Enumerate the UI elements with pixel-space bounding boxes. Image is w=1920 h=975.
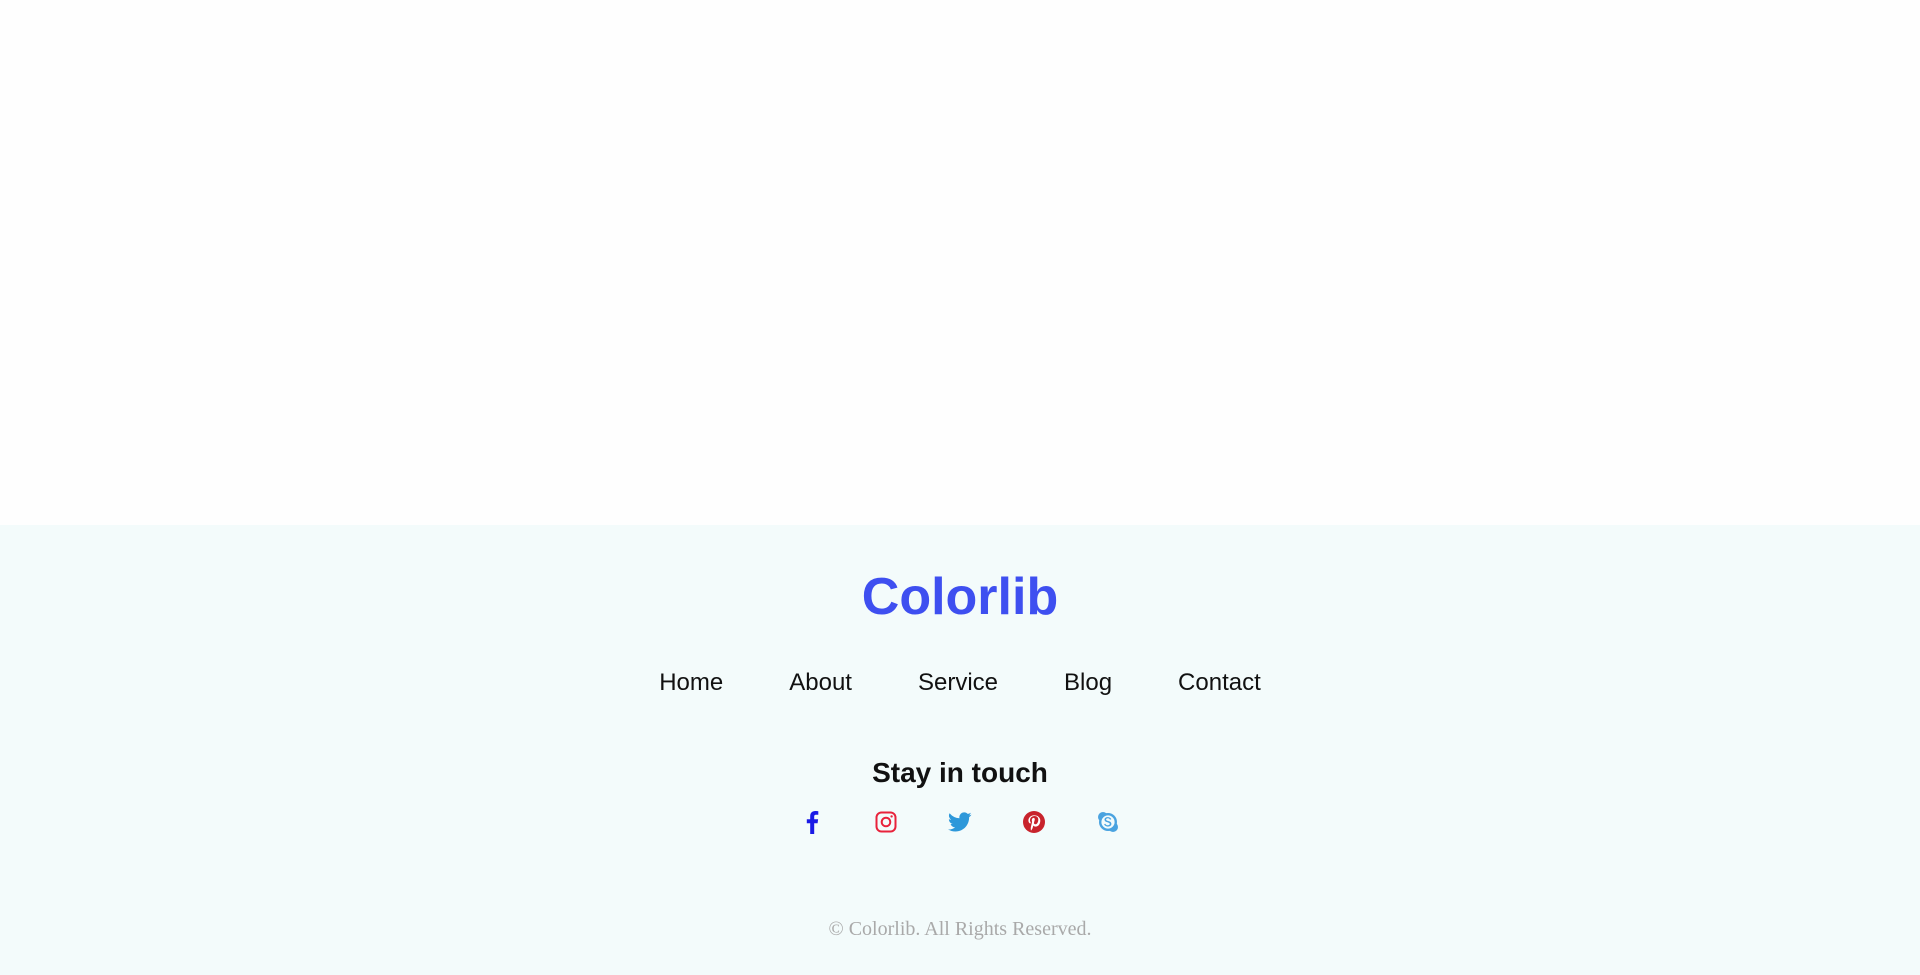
instagram-link[interactable] — [874, 810, 898, 834]
facebook-icon — [806, 811, 819, 834]
footer-nav: Home About Service Blog Contact — [0, 668, 1920, 698]
stay-in-touch-heading: Stay in touch — [872, 757, 1048, 788]
facebook-link[interactable] — [800, 810, 824, 834]
footer-logo[interactable]: Colorlib — [0, 563, 1920, 631]
footer-nav-item-about: About — [789, 668, 852, 698]
social-links — [0, 810, 1920, 834]
nav-link-contact[interactable]: Contact — [1178, 669, 1261, 696]
skype-icon — [1098, 812, 1118, 832]
copyright-text: © Colorlib. All Rights Reserved. — [828, 918, 1092, 940]
blank-content-area — [0, 0, 1920, 525]
instagram-icon — [875, 811, 897, 833]
pinterest-link[interactable] — [1022, 810, 1046, 834]
twitter-link[interactable] — [948, 810, 972, 834]
pinterest-icon — [1023, 811, 1045, 833]
footer-nav-item-service: Service — [918, 668, 998, 698]
nav-link-about[interactable]: About — [789, 669, 852, 696]
twitter-icon — [948, 812, 972, 832]
footer-nav-item-contact: Contact — [1178, 668, 1261, 698]
footer-nav-item-home: Home — [659, 668, 723, 698]
skype-link[interactable] — [1096, 810, 1120, 834]
nav-link-service[interactable]: Service — [918, 669, 998, 696]
nav-link-home[interactable]: Home — [659, 669, 723, 696]
footer-nav-item-blog: Blog — [1064, 668, 1112, 698]
nav-link-blog[interactable]: Blog — [1064, 669, 1112, 696]
